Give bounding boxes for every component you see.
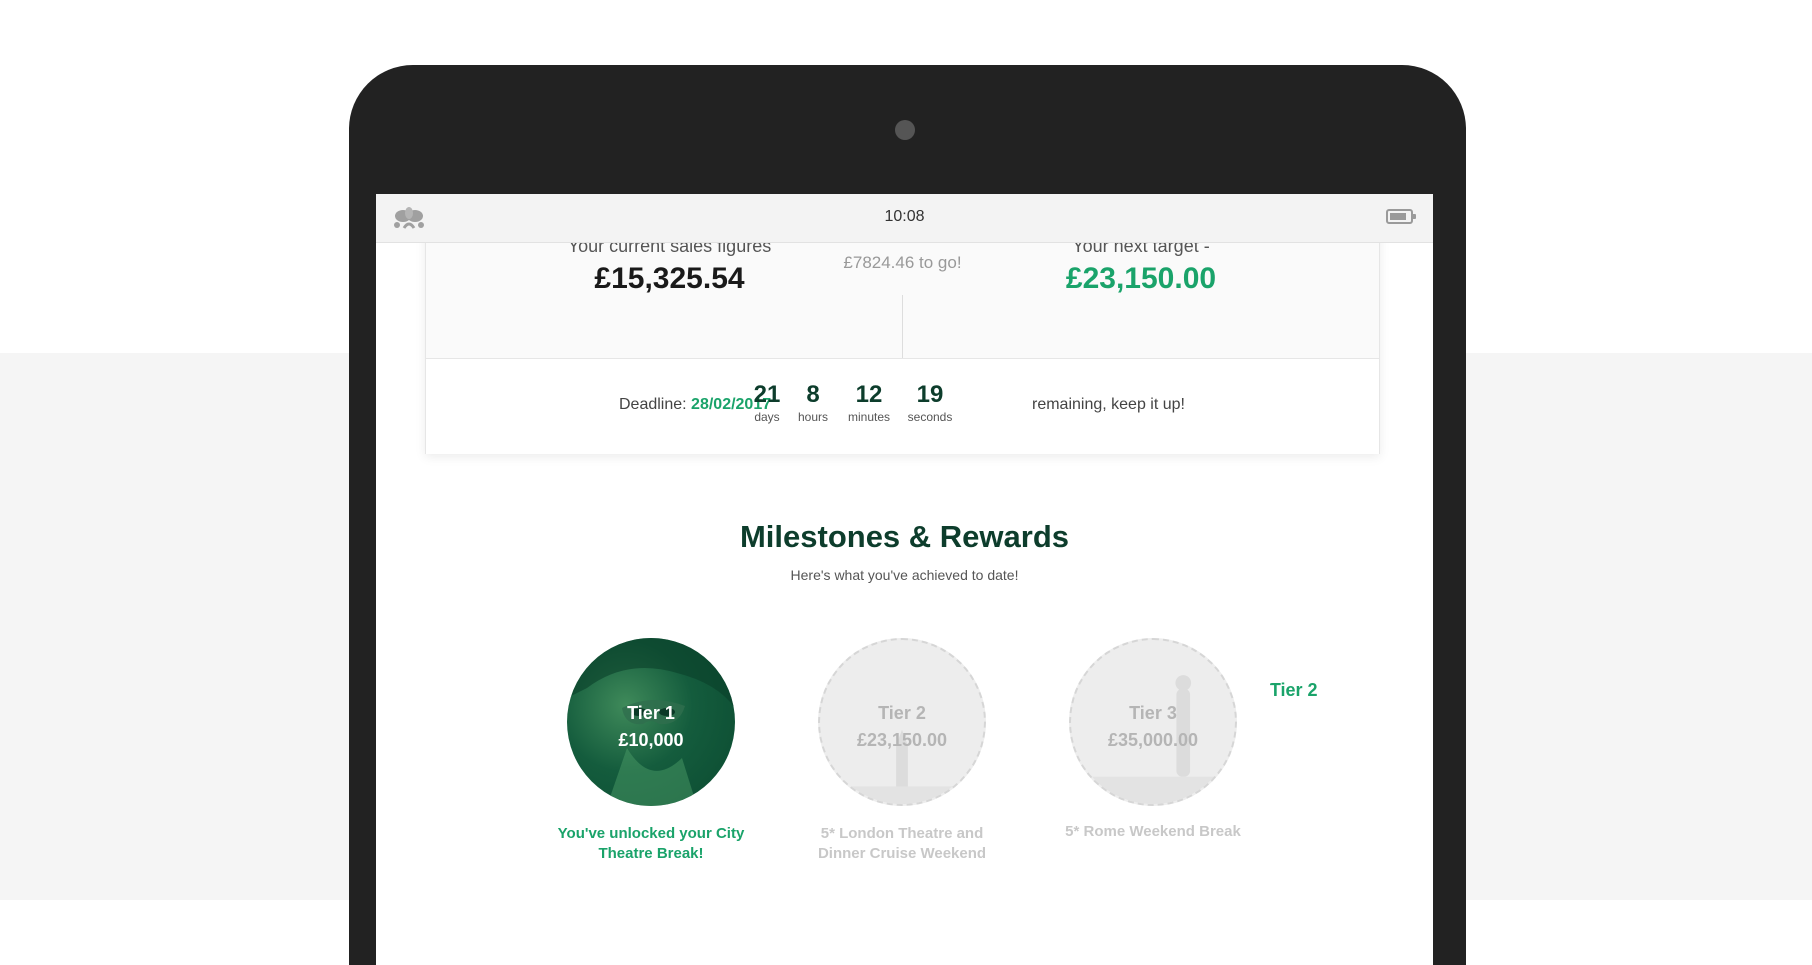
deadline-text: Deadline: 28/02/2017: [619, 396, 771, 414]
camera-dot: [895, 120, 915, 140]
countdown-hours: 8 hours: [793, 381, 833, 425]
status-bar: 10:08: [376, 194, 1433, 243]
tier-2-caption: 5* London Theatre and Dinner Cruise Week…: [817, 825, 987, 862]
countdown-unit: days: [754, 410, 780, 424]
tier-2-badge[interactable]: Tier 2 £23,150.00: [818, 638, 986, 806]
tier-1-badge[interactable]: Tier 1 £10,000: [567, 638, 735, 806]
countdown-unit: hours: [797, 410, 829, 424]
tier-amount: £23,150.00: [856, 730, 948, 750]
battery-icon: [1386, 209, 1416, 224]
tier-amount: £10,000: [618, 730, 684, 750]
countdown-days: 21 days: [752, 381, 782, 425]
countdown-value: 12: [855, 381, 883, 408]
deadline-row: Deadline: 28/02/2017 21 days 8 hours 12 …: [426, 358, 1379, 454]
tier-1-text: Tier 1 £10,000: [567, 700, 735, 754]
next-target-value: £23,150.00: [1065, 262, 1217, 295]
countdown-unit: minutes: [847, 410, 891, 424]
tier-3-text: Tier 3 £35,000.00: [1071, 700, 1235, 754]
tier-3-badge[interactable]: Tier 3 £35,000.00: [1069, 638, 1237, 806]
countdown-seconds: 19 seconds: [903, 381, 957, 425]
deadline-label: Deadline:: [619, 396, 692, 413]
current-sales-value: £15,325.54: [594, 262, 745, 295]
tier-3-caption: 5* Rome Weekend Break: [1065, 823, 1241, 840]
countdown-value: 8: [806, 381, 820, 408]
milestones-title: Milestones & Rewards: [739, 519, 1070, 554]
countdown-value: 21: [753, 381, 781, 408]
remaining-text: remaining, keep it up!: [1032, 396, 1185, 413]
tablet-frame: 10:08 Your current sales figures £15,325…: [349, 65, 1466, 965]
tier-2-text: Tier 2 £23,150.00: [820, 700, 984, 754]
milestones-subtitle: Here's what you've achieved to date!: [790, 567, 1019, 583]
tier-name: Tier 1: [627, 703, 675, 723]
tier-name: Tier 3: [1129, 703, 1177, 723]
status-time: 10:08: [884, 208, 925, 225]
tier-1-caption: You've unlocked your City Theatre Break!: [557, 825, 745, 862]
countdown-minutes: 12 minutes: [844, 381, 894, 425]
countdown-unit: seconds: [907, 410, 953, 424]
tier-name: Tier 2: [878, 703, 926, 723]
divider: [902, 295, 903, 358]
countdown-value: 19: [916, 381, 944, 408]
tier-amount: £35,000.00: [1107, 730, 1199, 750]
tablet-screen: 10:08 Your current sales figures £15,325…: [376, 194, 1433, 965]
